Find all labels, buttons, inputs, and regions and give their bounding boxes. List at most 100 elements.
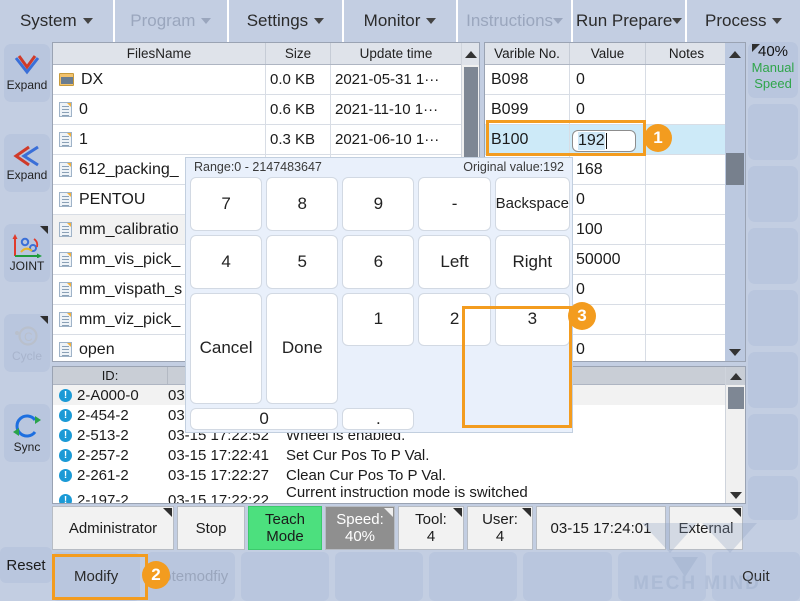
manual-speed-indicator[interactable]: 40% Manual Speed [748,42,798,98]
value-edit-input[interactable]: 192 [572,130,636,152]
list-item[interactable]: ! 2-197-2 03-15 17:22:22 Current instruc… [53,484,745,503]
softkey-slot-7[interactable] [617,552,706,601]
column-header-updatetime[interactable]: Update time [331,43,461,64]
table-row[interactable]: B099 0 [485,95,745,125]
column-header-notes[interactable]: Notes [646,43,727,64]
expand-left-icon [13,145,39,166]
right-rail-slot-1[interactable] [748,104,798,160]
key-3[interactable]: 3 [494,292,570,347]
softkey-slot-6[interactable] [523,552,612,601]
variable-value-cell[interactable]: 0 [570,335,646,361]
right-rail-slot-6[interactable] [748,414,798,470]
variable-list-scrollbar[interactable] [725,43,745,361]
variable-value-cell[interactable]: 100 [570,215,646,244]
key-2[interactable]: 2 [418,292,491,347]
variable-value-cell[interactable]: 0 [570,65,646,94]
status-tool-line1: Tool: [415,511,447,528]
variable-value-cell[interactable]: 0 [570,275,646,304]
scroll-down-button[interactable] [726,487,745,503]
key-8[interactable]: 8 [266,177,339,231]
status-run-state[interactable]: Stop [177,506,245,550]
softkey-slot-4[interactable] [334,552,423,601]
right-rail-slot-5[interactable] [748,352,798,408]
right-rail-slot-3[interactable] [748,228,798,284]
column-header-value[interactable]: Value [570,43,646,64]
column-header-size[interactable]: Size [266,43,331,64]
status-external[interactable]: External [669,506,743,550]
menu-item-system[interactable]: System [0,0,115,42]
column-header-varible-no[interactable]: Varible No. [485,43,570,64]
column-header-filesname[interactable]: FilesName [53,43,266,64]
variable-value-cell[interactable]: 0 [570,95,646,124]
variable-note-cell[interactable] [646,305,727,334]
sync-button[interactable]: Sync [4,404,50,462]
menu-item-settings[interactable]: Settings [229,0,344,42]
variable-note-cell[interactable] [646,155,727,184]
table-row[interactable]: DX 0.0 KB 2021-05-31 1··· [53,65,479,95]
variable-value-cell[interactable]: 50000 [570,245,646,274]
key-5[interactable]: 5 [266,234,339,289]
variable-note-cell[interactable] [646,95,727,124]
table-row[interactable]: 0 0.6 KB 2021-11-10 1··· [53,95,479,125]
key-minus[interactable]: - [418,177,491,231]
cycle-button[interactable]: C Cycle [4,314,50,372]
variable-note-cell[interactable] [646,245,727,274]
right-rail-slot-4[interactable] [748,290,798,346]
status-mode-line2: Mode [266,528,304,545]
expand-down-button[interactable]: Expand [4,44,50,102]
scroll-up-button[interactable] [462,43,479,65]
key-right[interactable]: Right [494,234,570,289]
scroll-up-button[interactable] [726,367,745,385]
scroll-up-button[interactable] [725,43,745,65]
softkey-slot-5[interactable] [429,552,518,601]
table-row-selected[interactable]: B100 192 [485,125,745,155]
variable-value-cell[interactable]: 168 [570,155,646,184]
log-scrollbar[interactable] [725,367,745,503]
status-user-frame[interactable]: User: 4 [467,506,533,550]
table-row[interactable]: B098 0 [485,65,745,95]
scrollbar-thumb[interactable] [726,153,744,185]
column-header-id[interactable]: ID: [53,367,168,384]
key-0[interactable]: 0 [190,408,339,430]
expand-left-button[interactable]: Expand [4,134,50,192]
variable-note-cell[interactable] [646,65,727,94]
status-tool[interactable]: Tool: 4 [398,506,464,550]
status-teach-mode[interactable]: Teach Mode [248,506,322,550]
list-item[interactable]: ! 2-261-2 03-15 17:22:27 Clean Cur Pos T… [53,465,745,485]
variable-value-cell[interactable]: 0 [570,185,646,214]
variable-note-cell[interactable] [646,185,727,214]
variable-note-cell[interactable] [646,275,727,304]
softkey-quit[interactable]: Quit [711,552,800,601]
reset-button[interactable]: Reset [0,547,52,583]
menu-item-monitor[interactable]: Monitor [343,0,459,42]
variable-no-cell: B099 [485,95,570,124]
arrow-down-icon [729,348,741,356]
softkey-slot-3[interactable] [240,552,329,601]
menu-item-run-prepare[interactable]: Run Prepare [572,0,688,42]
key-1[interactable]: 1 [342,292,415,347]
variable-value-cell[interactable]: 192 [570,125,646,154]
key-backspace[interactable]: Backspace [494,177,570,231]
table-row[interactable]: 1 0.3 KB 2021-06-10 1··· [53,125,479,155]
key-6[interactable]: 6 [342,234,415,289]
done-button[interactable]: Done [266,292,339,404]
status-speed[interactable]: Speed: 40% [325,506,395,550]
key-dot[interactable]: . [342,408,415,430]
status-user[interactable]: Administrator [52,506,174,550]
variable-note-cell[interactable] [646,215,727,244]
menu-item-instructions[interactable]: Instructions [458,0,573,42]
key-left[interactable]: Left [418,234,491,289]
softkey-modify[interactable]: Modify [52,552,141,601]
list-item[interactable]: ! 2-257-2 03-15 17:22:41 Set Cur Pos To … [53,445,745,465]
scroll-down-button[interactable] [725,343,745,361]
right-rail-slot-2[interactable] [748,166,798,222]
joint-mode-button[interactable]: JOINT [4,224,50,282]
variable-note-cell[interactable] [646,335,727,361]
menu-item-program[interactable]: Program [114,0,230,42]
menu-item-process[interactable]: Process [687,0,800,42]
scrollbar-thumb[interactable] [728,387,744,409]
key-9[interactable]: 9 [342,177,415,231]
cancel-button[interactable]: Cancel [190,292,263,404]
key-7[interactable]: 7 [190,177,263,231]
key-4[interactable]: 4 [190,234,263,289]
